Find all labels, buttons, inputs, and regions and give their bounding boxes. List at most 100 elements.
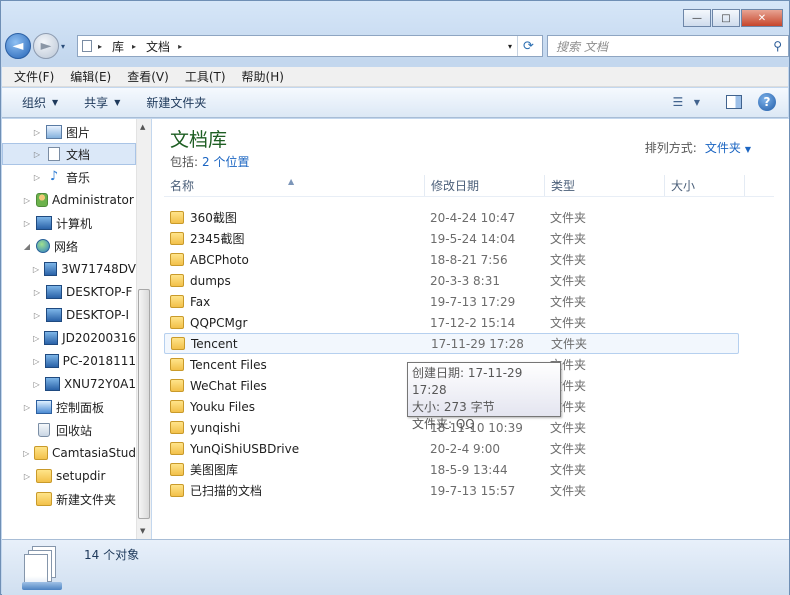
sidebar-item-network-pc[interactable]: ▷ XNU72Y0A1 xyxy=(2,373,136,395)
view-mode-icon[interactable]: ☰ xyxy=(668,93,688,111)
close-button[interactable]: ✕ xyxy=(741,9,783,27)
list-item[interactable]: Tencent 17-11-29 17:28 文件夹 xyxy=(164,333,739,354)
new-folder-button[interactable]: 新建文件夹 xyxy=(138,94,214,111)
chevron-down-icon: ▼ xyxy=(114,98,121,107)
maximize-button[interactable]: □ xyxy=(712,9,740,27)
list-item[interactable]: 360截图 20-4-24 10:47 文件夹 xyxy=(164,207,744,228)
preview-pane-icon[interactable] xyxy=(726,95,742,109)
sidebar-item-label: DESKTOP-I xyxy=(66,308,129,322)
list-item[interactable]: dumps 20-3-3 8:31 文件夹 xyxy=(164,270,744,291)
sidebar-item-network-pc[interactable]: ▷ 3W71748DV xyxy=(2,258,136,280)
locations-link[interactable]: 2 个位置 xyxy=(202,155,249,169)
sidebar-item-network-pc[interactable]: ▷ DESKTOP-F xyxy=(2,281,136,303)
search-icon[interactable]: ⚲ xyxy=(773,39,782,53)
expand-arrow-icon[interactable]: ▷ xyxy=(32,311,42,320)
refresh-icon[interactable]: ⟳ xyxy=(517,36,539,56)
breadcrumb-separator[interactable]: ▸ xyxy=(132,42,136,51)
sidebar-item-network[interactable]: ◢ 网络 xyxy=(2,235,136,257)
sidebar-item-computer[interactable]: ▷ 计算机 xyxy=(2,212,136,234)
list-item[interactable]: Fax 19-7-13 17:29 文件夹 xyxy=(164,291,744,312)
breadcrumb-separator[interactable]: ▸ xyxy=(98,42,102,51)
folder-icon xyxy=(171,337,185,350)
breadcrumb-separator[interactable]: ▸ xyxy=(178,42,182,51)
arrange-dropdown[interactable]: 文件夹 xyxy=(705,141,741,155)
collapse-arrow-icon[interactable]: ◢ xyxy=(22,242,32,251)
back-button[interactable]: ◄ xyxy=(5,33,31,59)
list-item[interactable]: YunQiShiUSBDrive 20-2-4 9:00 文件夹 xyxy=(164,438,744,459)
address-dropdown[interactable]: ▾ xyxy=(508,42,512,51)
folder-icon xyxy=(170,421,184,434)
list-item[interactable]: ABCPhoto 18-8-21 7:56 文件夹 xyxy=(164,249,744,270)
sidebar-item-label: 新建文件夹 xyxy=(56,492,117,507)
organize-button[interactable]: 组织 ▼ xyxy=(14,94,66,111)
sidebar-item-network-pc[interactable]: ▷ PC-2018111 xyxy=(2,350,136,372)
navigation-scrollbar[interactable]: ▲ ▼ xyxy=(136,119,151,539)
expand-arrow-icon[interactable]: ▷ xyxy=(22,196,32,205)
sidebar-item-folder[interactable]: 新建文件夹 xyxy=(2,488,136,510)
menu-help[interactable]: 帮助(H) xyxy=(234,68,292,85)
expand-arrow-icon[interactable]: ▷ xyxy=(32,173,42,182)
column-type[interactable]: 类型 xyxy=(545,175,665,196)
column-name[interactable]: 名称 ▲ xyxy=(164,175,425,196)
search-input[interactable]: 搜索 文档 ⚲ xyxy=(547,35,789,57)
file-type: 文件夹 xyxy=(550,358,587,372)
expand-arrow-icon[interactable]: ▷ xyxy=(32,128,42,137)
sidebar-item-folder[interactable]: ▷ CamtasiaStud xyxy=(2,442,136,464)
scroll-up-icon[interactable]: ▲ xyxy=(140,123,145,131)
expand-arrow-icon[interactable]: ▷ xyxy=(32,150,42,159)
file-type: 文件夹 xyxy=(550,316,587,330)
folder-icon xyxy=(170,400,184,413)
expand-arrow-icon[interactable]: ▷ xyxy=(32,380,41,389)
menu-edit[interactable]: 编辑(E) xyxy=(62,68,119,85)
list-item[interactable]: 美图图库 18-5-9 13:44 文件夹 xyxy=(164,459,744,480)
tooltip-size: 大小: 273 字节 xyxy=(412,400,495,414)
breadcrumb-library[interactable]: 库 xyxy=(112,38,124,55)
file-name: Tencent Files xyxy=(190,357,267,372)
list-item[interactable]: 已扫描的文档 19-7-13 15:57 文件夹 xyxy=(164,480,744,501)
expand-arrow-icon[interactable]: ▷ xyxy=(32,357,41,366)
expand-arrow-icon[interactable]: ▷ xyxy=(32,265,40,274)
sidebar-item-recycle-bin[interactable]: 回收站 xyxy=(2,419,136,441)
forward-button[interactable]: ► xyxy=(33,33,59,59)
share-button[interactable]: 共享 ▼ xyxy=(76,94,128,111)
help-icon[interactable]: ? xyxy=(758,93,776,111)
file-date: 20-3-3 8:31 xyxy=(430,273,500,288)
address-bar[interactable]: ▸ 库 ▸ 文档 ▸ ▾ xyxy=(77,35,543,57)
scroll-down-icon[interactable]: ▼ xyxy=(140,527,145,535)
chevron-down-icon[interactable]: ▼ xyxy=(694,98,700,107)
list-item[interactable]: QQPCMgr 17-12-2 15:14 文件夹 xyxy=(164,312,744,333)
minimize-button[interactable]: — xyxy=(683,9,711,27)
sidebar-item-music[interactable]: ▷ ♪ 音乐 xyxy=(2,166,136,188)
recent-pages-dropdown[interactable]: ▾ xyxy=(61,42,65,51)
file-rows: 360截图 20-4-24 10:47 文件夹 2345截图 19-5-24 14:0… xyxy=(164,207,744,501)
expand-arrow-icon[interactable]: ▷ xyxy=(22,472,32,481)
sidebar-item-network-pc[interactable]: ▷ JD20200316 xyxy=(2,327,136,349)
sidebar-item-label: CamtasiaStud xyxy=(52,446,136,460)
breadcrumb-documents[interactable]: 文档 xyxy=(146,38,170,55)
sidebar-item-folder[interactable]: ▷ setupdir xyxy=(2,465,136,487)
sidebar-item-administrator[interactable]: ▷ Administrator xyxy=(2,189,136,211)
item-count: 14 个对象 xyxy=(84,548,140,562)
file-name: Tencent xyxy=(191,336,238,351)
sidebar-item-network-pc[interactable]: ▷ DESKTOP-I xyxy=(2,304,136,326)
file-date: 20-2-4 9:00 xyxy=(430,441,500,456)
expand-arrow-icon[interactable]: ▷ xyxy=(22,403,32,412)
network-icon xyxy=(36,239,50,253)
view-controls: ☰ ▼ ? xyxy=(668,93,776,111)
column-size[interactable]: 大小 xyxy=(665,175,745,196)
column-date[interactable]: 修改日期 xyxy=(425,175,545,196)
scrollbar-thumb[interactable] xyxy=(138,289,150,519)
control-panel-icon xyxy=(36,400,52,414)
sidebar-item-control-panel[interactable]: ▷ 控制面板 xyxy=(2,396,136,418)
menu-tools[interactable]: 工具(T) xyxy=(177,68,234,85)
list-item[interactable]: 2345截图 19-5-24 14:04 文件夹 xyxy=(164,228,744,249)
chevron-down-icon[interactable]: ▼ xyxy=(745,145,751,154)
sidebar-item-documents[interactable]: ▷ 文档 xyxy=(2,143,136,165)
expand-arrow-icon[interactable]: ▷ xyxy=(32,288,42,297)
expand-arrow-icon[interactable]: ▷ xyxy=(22,449,30,458)
expand-arrow-icon[interactable]: ▷ xyxy=(32,334,40,343)
menu-file[interactable]: 文件(F) xyxy=(6,68,62,85)
expand-arrow-icon[interactable]: ▷ xyxy=(22,219,32,228)
sidebar-item-pictures[interactable]: ▷ 图片 xyxy=(2,121,136,143)
menu-view[interactable]: 查看(V) xyxy=(119,68,177,85)
